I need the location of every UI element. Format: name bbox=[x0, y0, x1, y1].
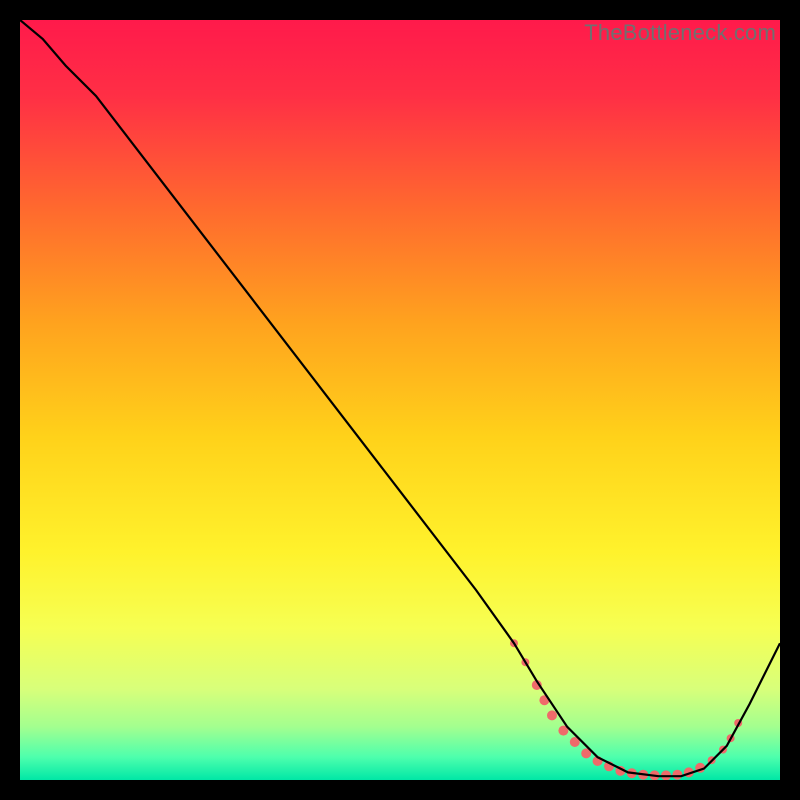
gradient-background bbox=[20, 20, 780, 780]
marker-dot bbox=[547, 710, 557, 720]
chart-frame: TheBottleneck.com bbox=[20, 20, 780, 780]
chart-svg bbox=[20, 20, 780, 780]
marker-dot bbox=[672, 770, 682, 780]
watermark-text: TheBottleneck.com bbox=[584, 20, 776, 46]
